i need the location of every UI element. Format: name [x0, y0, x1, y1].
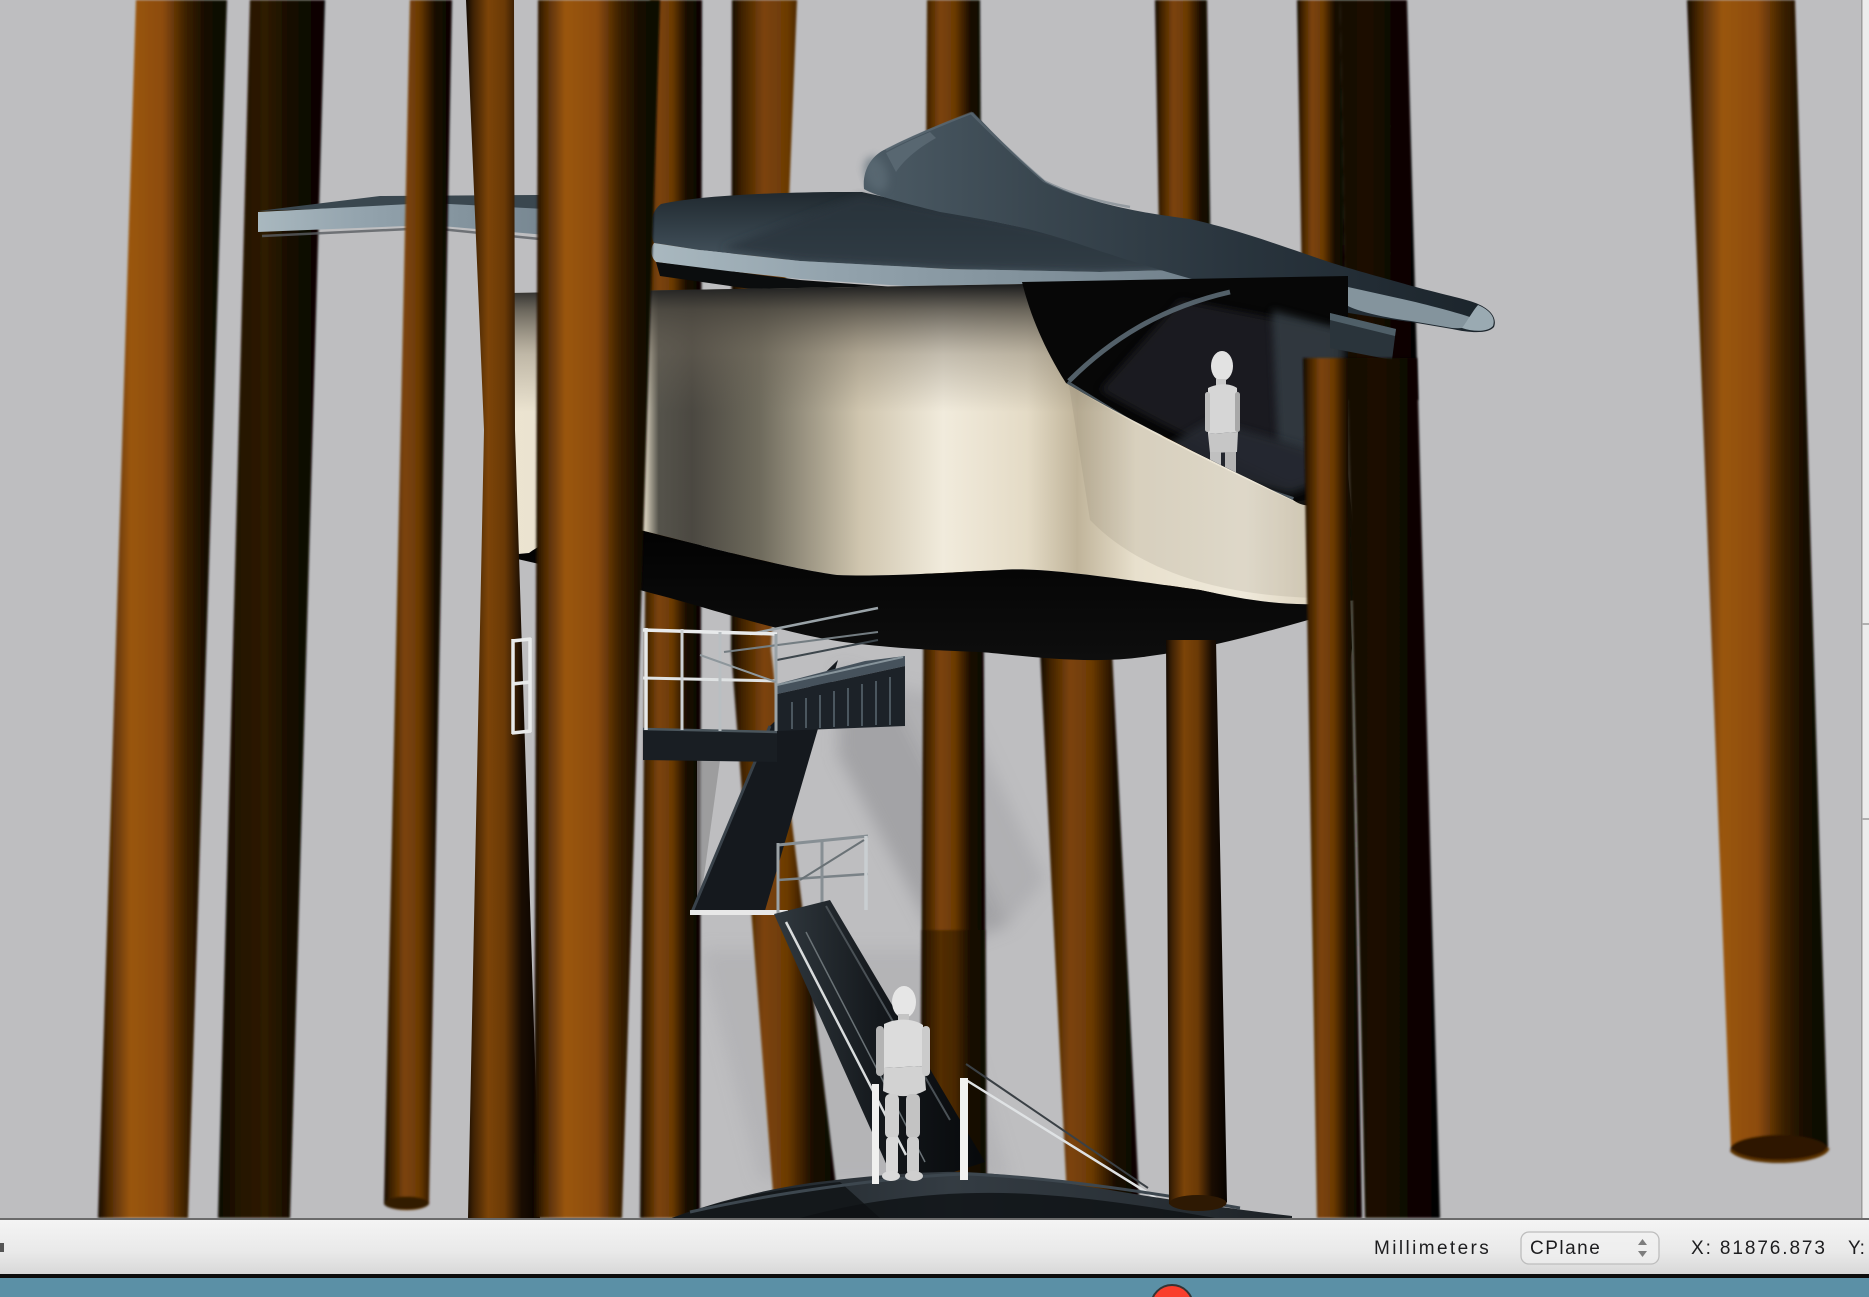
svg-text:X: 81876.873: X: 81876.873 — [1691, 1238, 1827, 1259]
svg-text:Millimeters: Millimeters — [1374, 1238, 1491, 1259]
svg-text:CPlane: CPlane — [1530, 1238, 1601, 1259]
svg-text:Y:: Y: — [1848, 1238, 1865, 1259]
